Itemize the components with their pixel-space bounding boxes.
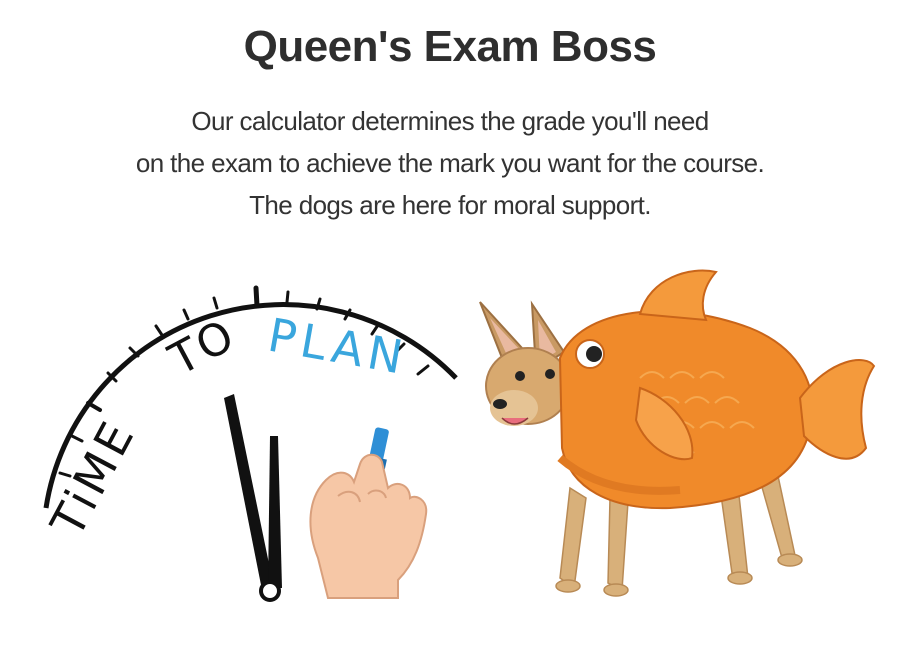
tagline-line-3: The dogs are here for moral support.: [249, 190, 651, 220]
tagline-line-2: on the exam to achieve the mark you want…: [135, 148, 765, 178]
goldfish-costume: [557, 269, 876, 510]
tagline: Our calculator determines the grade you'…: [0, 100, 900, 226]
dog-head: [479, 300, 571, 426]
page: Queen's Exam Boss Our calculator determi…: [0, 0, 900, 650]
hand-with-marker-icon: [309, 427, 428, 599]
clock-word-plan: PLAN: [264, 308, 412, 386]
page-title: Queen's Exam Boss: [243, 22, 657, 71]
clock-word-time: TiME: [40, 410, 146, 546]
clock-word-to: TO: [160, 309, 244, 386]
dog-in-goldfish-costume-illustration: [479, 269, 876, 597]
time-to-plan-illustration: TiME TO PLAN: [40, 285, 458, 602]
clock-hands: [224, 394, 282, 602]
tagline-line-1: Our calculator determines the grade you'…: [191, 106, 709, 136]
